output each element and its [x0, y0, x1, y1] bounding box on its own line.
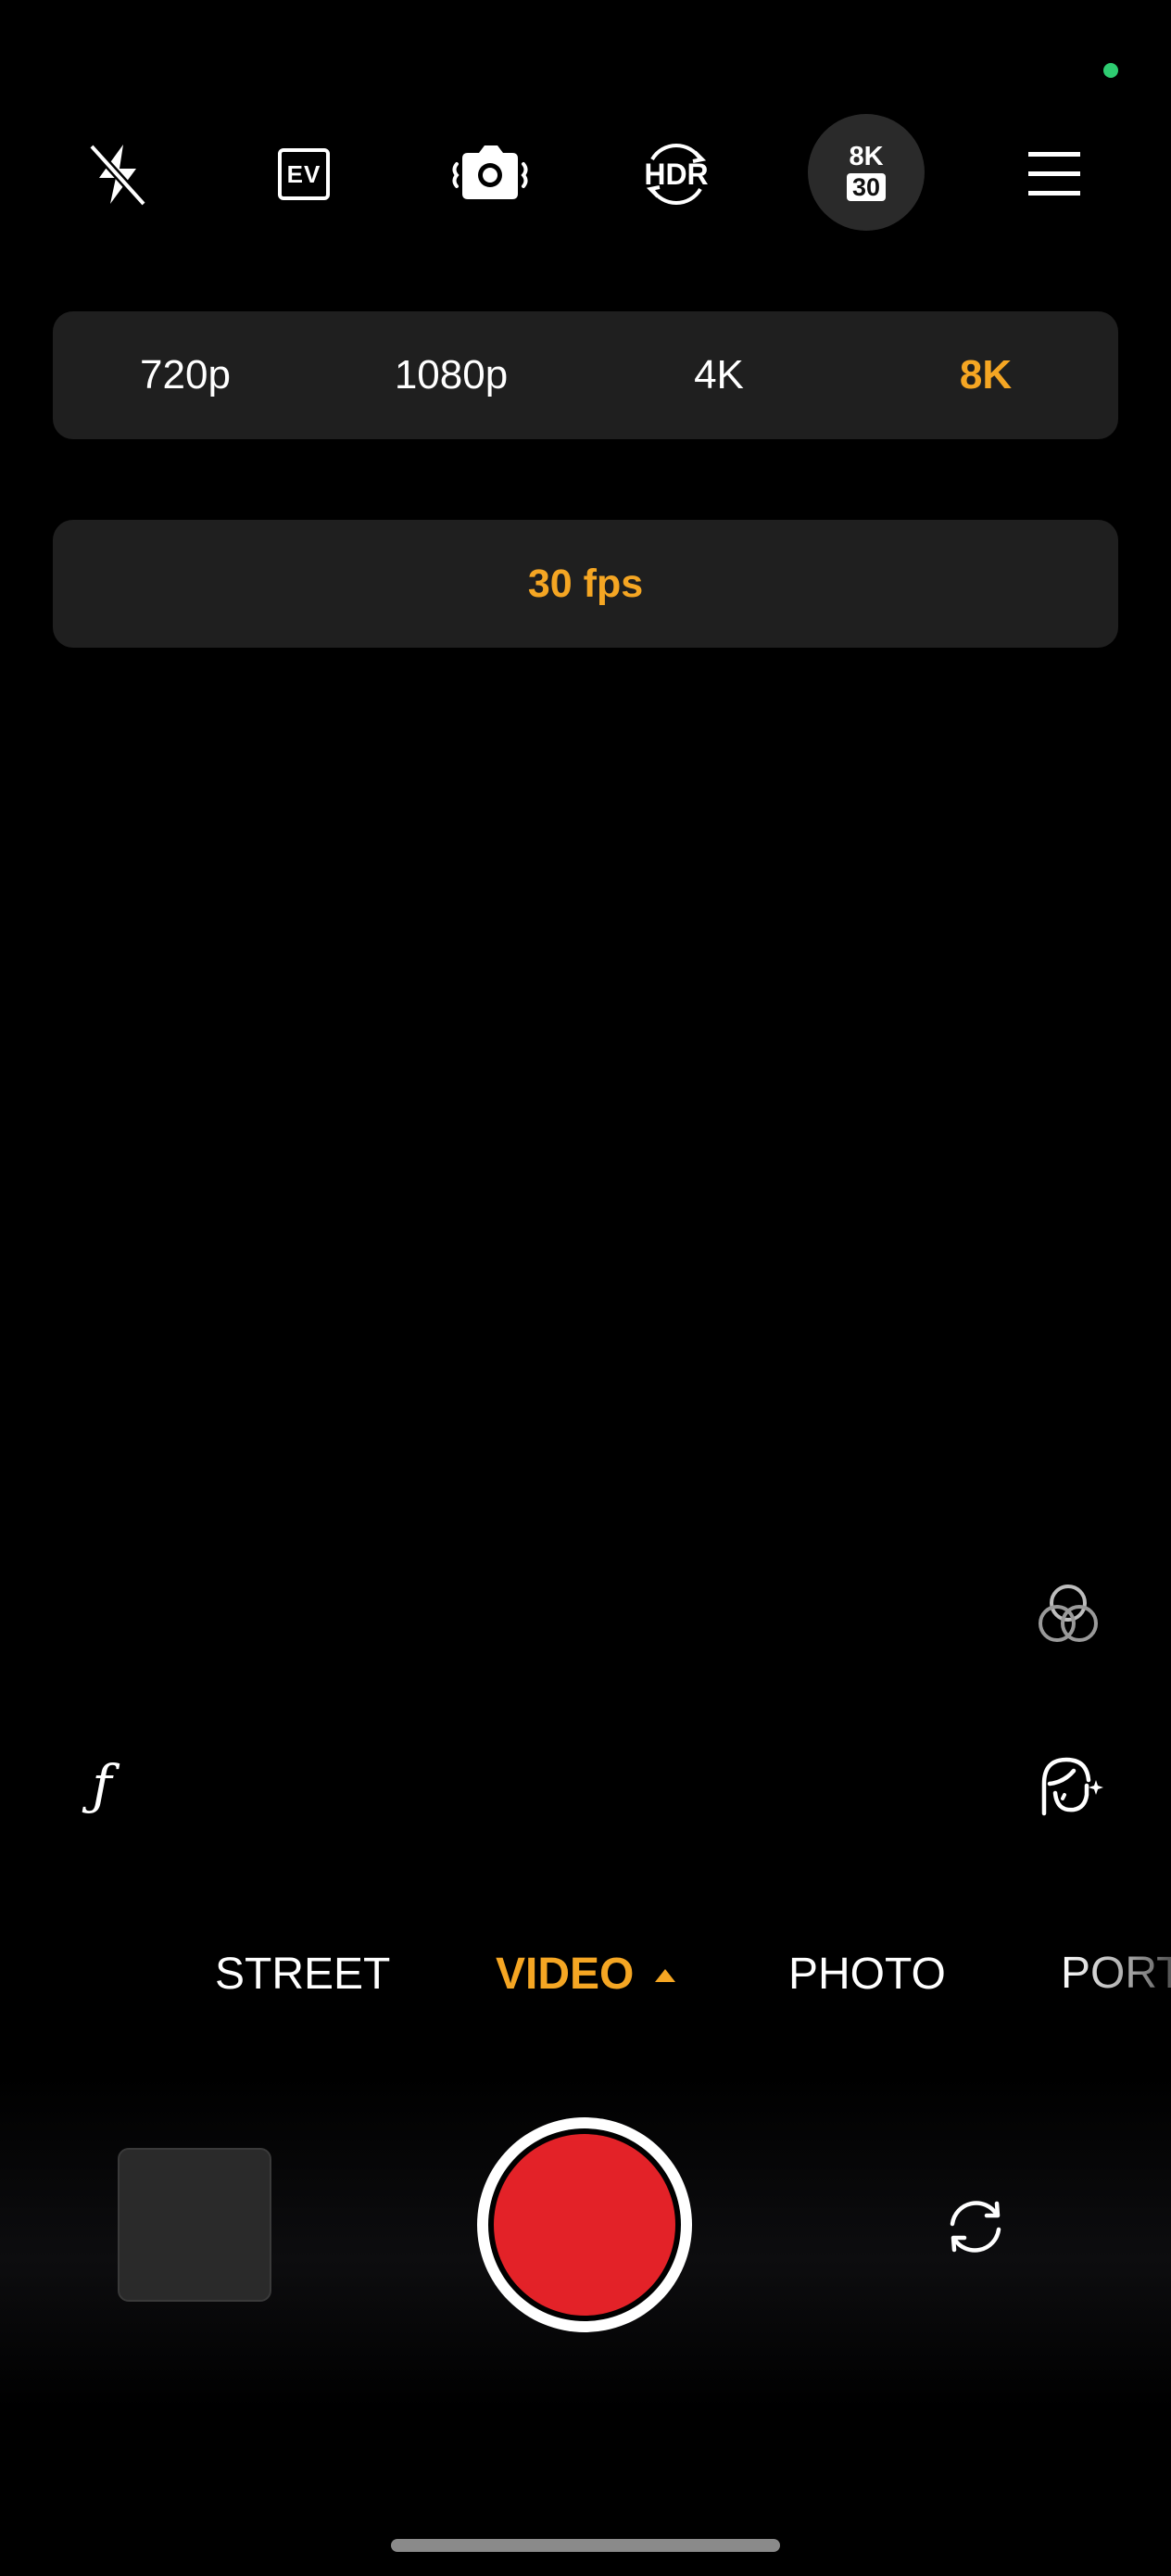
mode-street[interactable]: STREET — [215, 1941, 390, 2006]
resolution-option[interactable]: 720p — [93, 311, 278, 439]
switch-camera-button[interactable] — [920, 2171, 1031, 2282]
gallery-thumbnail[interactable] — [118, 2148, 271, 2302]
record-dot-icon — [494, 2134, 675, 2316]
resolution-option[interactable]: 8K — [893, 311, 1078, 439]
switch-camera-icon — [950, 2201, 1001, 2253]
hdr-button[interactable]: HDR — [618, 116, 735, 233]
color-filters-icon — [1039, 1585, 1098, 1642]
fps-option[interactable]: 30 fps — [53, 520, 1118, 648]
beauty-button[interactable] — [1030, 1746, 1110, 1825]
mode-portrait-label: PORT — [1061, 1937, 1171, 2011]
ev-label: EV — [286, 159, 321, 188]
fps-selector: 30 fps — [53, 520, 1118, 648]
flash-off-icon — [88, 143, 147, 208]
badge-fps: 30 — [846, 173, 887, 201]
menu-button[interactable] — [996, 116, 1113, 233]
hamburger-menu-icon — [1028, 152, 1080, 196]
resolution-option[interactable]: 4K — [626, 311, 812, 439]
mode-portrait-partial[interactable]: PORT — [1061, 1937, 1171, 2011]
record-button[interactable] — [477, 2117, 692, 2332]
resolution-option[interactable]: 1080p — [359, 311, 544, 439]
home-indicator[interactable] — [391, 2539, 780, 2552]
aperture-icon: ƒ — [92, 1753, 112, 1816]
mode-photo[interactable]: PHOTO — [788, 1941, 946, 2006]
ev-icon: EV — [278, 148, 330, 200]
flash-off-button[interactable] — [59, 116, 176, 233]
resolution-selector: 720p 1080p 4K 8K — [53, 311, 1118, 439]
camera-in-use-indicator — [1103, 63, 1118, 78]
mode-video[interactable]: VIDEO — [496, 1941, 634, 2006]
filters-button[interactable] — [1028, 1575, 1108, 1655]
resolution-fps-badge[interactable]: 8K 30 — [808, 114, 925, 231]
camera-shake-icon — [452, 145, 528, 199]
exposure-button[interactable]: EV — [246, 116, 362, 233]
badge-resolution: 8K — [849, 142, 884, 171]
stabilization-button[interactable] — [432, 116, 548, 233]
aperture-button[interactable]: ƒ — [72, 1751, 132, 1818]
mode-selected-caret-icon — [655, 1969, 675, 1982]
face-retouch-icon — [1041, 1757, 1103, 1816]
hdr-label: HDR — [644, 158, 709, 191]
